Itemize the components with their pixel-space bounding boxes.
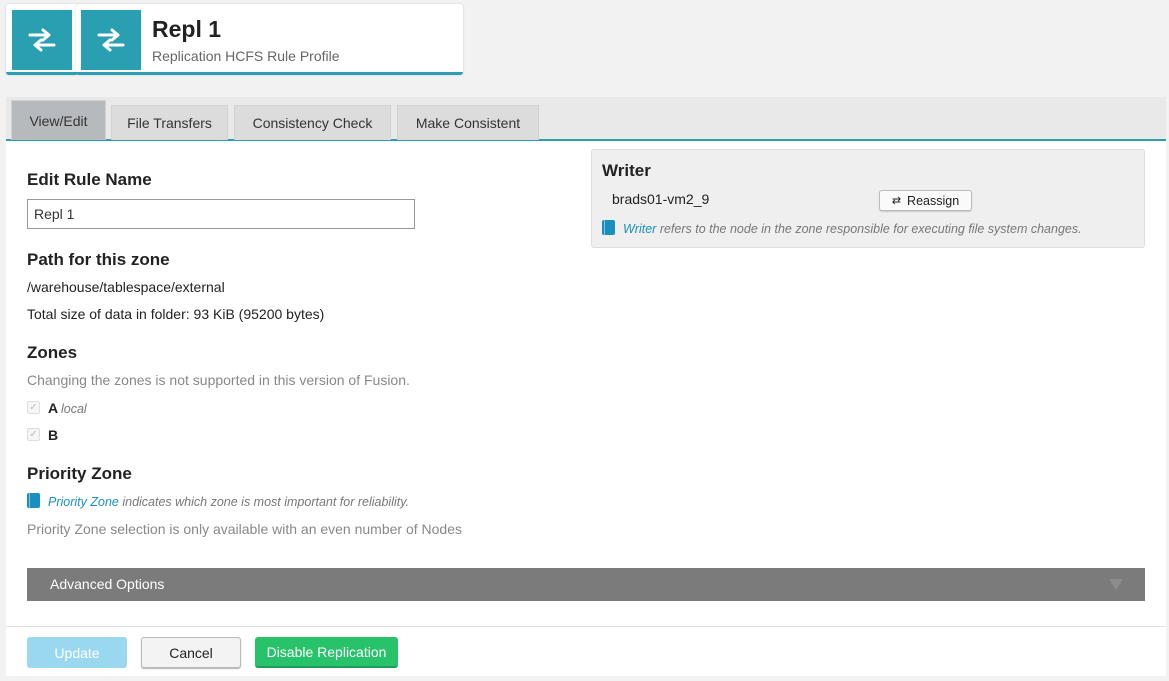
rule-header-card: Repl 1 Replication HCFS Rule Profile (76, 4, 463, 75)
path-heading: Path for this zone (27, 250, 170, 269)
zone-a-tag: local (61, 402, 87, 416)
book-icon (602, 220, 615, 235)
update-button[interactable]: Update (27, 637, 127, 668)
tab-view-edit[interactable]: View/Edit (11, 100, 106, 140)
priority-zone-heading: Priority Zone (27, 464, 132, 483)
divider (6, 626, 1166, 627)
zone-b-label: B (48, 427, 59, 443)
main-panel: Edit Rule Name Path for this zone /wareh… (6, 141, 1166, 676)
zones-note: Changing the zones is not supported in t… (27, 372, 410, 388)
page-subtitle: Replication HCFS Rule Profile (152, 48, 340, 64)
rule-name-heading: Edit Rule Name (27, 170, 152, 189)
zone-b-checkbox: ✓ (27, 428, 40, 441)
priority-zone-link[interactable]: Priority Zone (48, 495, 119, 509)
cancel-button[interactable]: Cancel (141, 637, 241, 668)
advanced-options-label: Advanced Options (50, 576, 165, 592)
writer-hint: Writer refers to the node in the zone re… (602, 220, 1082, 236)
rule-name-input[interactable] (27, 199, 415, 229)
back-tile[interactable] (6, 4, 78, 75)
folder-size-text: Total size of data in folder: 93 KiB (95… (27, 306, 325, 322)
tab-file-transfers[interactable]: File Transfers (111, 105, 228, 140)
tab-make-consistent[interactable]: Make Consistent (397, 105, 539, 140)
disable-replication-button[interactable]: Disable Replication (255, 637, 398, 668)
writer-link[interactable]: Writer (623, 222, 656, 236)
swap-arrows-icon (81, 10, 141, 70)
writer-panel: Writer brads01-vm2_9 ⇄ Reassign Writer r… (591, 149, 1145, 248)
swap-arrows-icon (12, 10, 72, 70)
zone-a-label: A (48, 400, 59, 416)
chevron-down-icon (1109, 579, 1123, 590)
swap-icon: ⇄ (891, 195, 902, 207)
zones-heading: Zones (27, 343, 78, 362)
advanced-options-toggle[interactable]: Advanced Options (27, 568, 1145, 601)
writer-node: brads01-vm2_9 (612, 191, 710, 207)
priority-zone-note: Priority Zone selection is only availabl… (27, 521, 463, 537)
reassign-button[interactable]: ⇄ Reassign (879, 190, 972, 211)
book-icon (27, 493, 40, 508)
page-title: Repl 1 (152, 16, 222, 42)
path-value: /warehouse/tablespace/external (27, 279, 225, 295)
priority-zone-hint: Priority Zone indicates which zone is mo… (27, 493, 409, 509)
writer-heading: Writer (602, 161, 651, 180)
tab-bar: View/Edit File Transfers Consistency Che… (6, 97, 1166, 141)
zone-a-checkbox: ✓ (27, 401, 40, 414)
tab-consistency-check[interactable]: Consistency Check (234, 105, 391, 140)
